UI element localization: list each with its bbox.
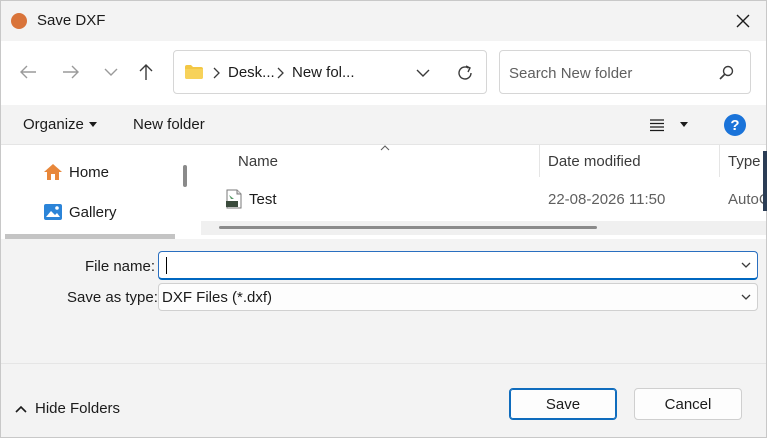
save-button[interactable]: Save xyxy=(509,388,617,420)
address-dropdown-button[interactable] xyxy=(410,61,436,85)
refresh-icon xyxy=(458,65,472,80)
up-button[interactable] xyxy=(131,58,161,86)
caret-down-icon[interactable] xyxy=(680,122,688,127)
chevron-up-icon xyxy=(15,405,27,413)
column-header-name[interactable]: Name xyxy=(238,153,278,170)
save-as-type-label: Save as type: xyxy=(67,289,158,306)
folder-icon xyxy=(185,65,203,79)
address-bar[interactable]: Desk... New fol... xyxy=(173,50,487,94)
file-name-input[interactable] xyxy=(158,251,758,280)
save-form: File name: Save as type: DXF Files (*.dx… xyxy=(1,239,766,363)
hide-folders-button[interactable]: Hide Folders xyxy=(15,400,120,417)
app-icon xyxy=(11,13,27,29)
arrow-right-icon xyxy=(63,65,79,79)
background-window-edge xyxy=(763,151,767,211)
recent-locations-button[interactable] xyxy=(96,58,126,86)
save-as-type-select[interactable]: DXF Files (*.dxf) xyxy=(158,283,758,311)
home-icon xyxy=(44,164,62,180)
list-view-icon[interactable] xyxy=(649,117,665,133)
organize-button[interactable]: Organize xyxy=(23,116,84,133)
search-box[interactable]: Search New folder xyxy=(499,50,751,94)
dxf-file-icon xyxy=(226,189,242,209)
table-row[interactable]: Test 22-08-2026 11:50 AutoCAD xyxy=(201,185,766,215)
search-placeholder: Search New folder xyxy=(509,65,633,82)
breadcrumb-desktop[interactable]: Desk... xyxy=(228,64,275,81)
file-type: AutoCAD xyxy=(728,191,766,208)
dialog-title: Save DXF xyxy=(37,12,106,29)
arrow-left-icon xyxy=(20,65,36,79)
chevron-down-icon xyxy=(104,68,118,76)
text-caret xyxy=(166,257,167,274)
hide-folders-label: Hide Folders xyxy=(35,400,121,417)
close-button[interactable] xyxy=(720,1,766,41)
sort-ascending-icon xyxy=(380,145,390,151)
column-divider[interactable] xyxy=(719,145,720,177)
file-name-label: File name: xyxy=(85,258,156,275)
file-name: Test xyxy=(249,191,277,208)
column-divider[interactable] xyxy=(539,145,540,177)
close-icon xyxy=(736,14,750,28)
search-icon xyxy=(719,65,734,80)
file-date-modified: 22-08-2026 11:50 xyxy=(548,191,666,208)
breadcrumb-new-folder[interactable]: New fol... xyxy=(292,64,355,81)
scrollbar-thumb[interactable] xyxy=(219,226,597,229)
navigation-pane: Home Gallery xyxy=(1,145,197,239)
gallery-icon xyxy=(44,204,62,220)
sidebar-item-gallery[interactable]: Gallery xyxy=(43,199,117,225)
refresh-button[interactable] xyxy=(452,61,478,85)
breadcrumb-chevron-icon xyxy=(277,67,284,79)
new-folder-button[interactable]: New folder xyxy=(133,116,205,133)
caret-down-icon xyxy=(89,122,97,127)
cancel-button[interactable]: Cancel xyxy=(634,388,742,420)
sidebar-item-label: Gallery xyxy=(69,203,117,221)
save-as-type-value: DXF Files (*.dxf) xyxy=(162,289,273,306)
sidebar-item-label: Home xyxy=(69,163,110,181)
sidebar-item-home[interactable]: Home xyxy=(43,159,109,185)
chevron-down-icon[interactable] xyxy=(741,262,751,269)
title-bar: Save DXF xyxy=(1,1,766,41)
chevron-down-icon xyxy=(416,69,430,77)
column-header-date-modified[interactable]: Date modified xyxy=(548,153,641,170)
arrow-up-icon xyxy=(139,64,153,80)
chevron-down-icon xyxy=(741,294,751,300)
column-header-type[interactable]: Type xyxy=(728,153,761,170)
help-button[interactable]: ? xyxy=(724,114,746,136)
back-button[interactable] xyxy=(13,58,43,86)
sidebar-scrollbar[interactable] xyxy=(183,165,187,187)
breadcrumb-chevron-icon xyxy=(213,67,220,79)
save-dialog: Save DXF Desk... New fol... Search New f… xyxy=(0,0,767,438)
command-bar: Organize New folder ? xyxy=(1,105,766,145)
forward-button[interactable] xyxy=(56,58,86,86)
file-list: Name Date modified Type Test 22-08-2026 … xyxy=(197,145,766,239)
navigation-bar: Desk... New fol... Search New folder xyxy=(1,41,766,105)
dialog-footer: Hide Folders Save Cancel xyxy=(1,363,766,437)
